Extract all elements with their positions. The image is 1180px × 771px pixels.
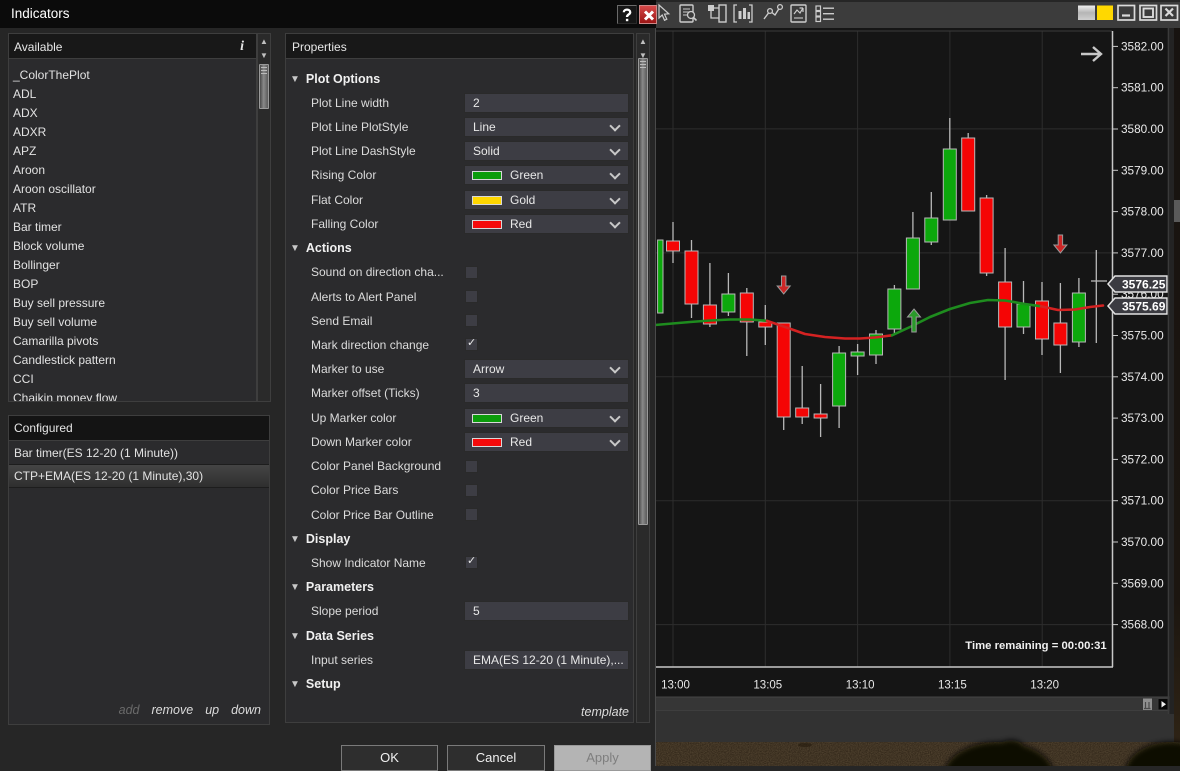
- svg-text:3578.00: 3578.00: [1121, 205, 1164, 219]
- svg-text:3575.69: 3575.69: [1122, 300, 1166, 314]
- svg-text:3582.00: 3582.00: [1121, 39, 1164, 53]
- svg-text:3571.00: 3571.00: [1121, 494, 1164, 508]
- svg-text:13:15: 13:15: [938, 680, 967, 692]
- svg-text:3580.00: 3580.00: [1121, 122, 1164, 136]
- svg-text:13:05: 13:05: [753, 680, 782, 692]
- svg-text:3573.00: 3573.00: [1121, 411, 1164, 425]
- svg-text:3579.00: 3579.00: [1121, 163, 1164, 177]
- svg-text:3576.25: 3576.25: [1122, 278, 1166, 292]
- svg-text:13:00: 13:00: [661, 680, 690, 692]
- svg-text:3574.00: 3574.00: [1121, 370, 1164, 384]
- svg-text:3570.00: 3570.00: [1121, 535, 1164, 549]
- svg-text:3572.00: 3572.00: [1121, 452, 1164, 466]
- svg-text:13:10: 13:10: [846, 680, 875, 692]
- svg-text:3568.00: 3568.00: [1121, 618, 1164, 632]
- svg-text:Time remaining = 00:00:31: Time remaining = 00:00:31: [965, 640, 1106, 652]
- svg-text:3575.00: 3575.00: [1121, 329, 1164, 343]
- svg-text:13:20: 13:20: [1030, 680, 1059, 692]
- svg-text:3569.00: 3569.00: [1121, 576, 1164, 590]
- svg-text:3577.00: 3577.00: [1121, 246, 1164, 260]
- svg-text:3581.00: 3581.00: [1121, 81, 1164, 95]
